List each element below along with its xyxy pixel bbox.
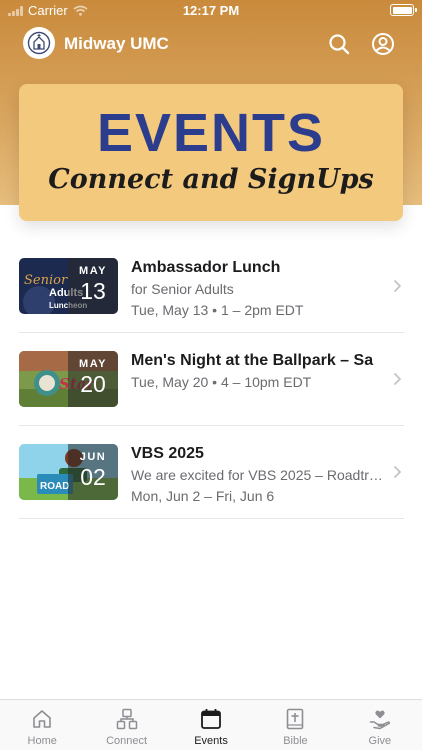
date-month: MAY [79,265,107,277]
app-bar: Midway UMC [0,24,422,64]
tab-home[interactable]: Home [0,700,84,750]
church-logo-icon [27,31,51,55]
event-row-vbs-2025[interactable]: ROAD JUN 02 VBS 2025 We are excited for … [19,426,404,519]
date-badge: MAY 13 [68,258,118,314]
search-icon[interactable] [327,32,351,56]
event-title: VBS 2025 [131,445,204,462]
event-text: VBS 2025 We are excited for VBS 2025 – R… [131,444,383,506]
events-banner: EVENTS Connect and SignUps [19,84,403,221]
event-title: Men's Night at the Ballpark – Sa [131,352,374,369]
event-thumbnail: ROAD JUN 02 [19,444,118,500]
event-row-mens-night[interactable]: Star MAY 20 Men's Night at the Ballpark … [19,333,404,426]
tab-bar: Home Connect Events Bible Give [0,699,422,750]
tab-label: Home [27,735,57,747]
event-description: We are excited for VBS 2025 – Roadtrip U… [131,467,383,483]
status-bar: Carrier 12:17 PM [0,0,422,22]
tab-label: Events [194,735,228,747]
profile-icon[interactable] [371,32,395,56]
event-row-ambassador-lunch[interactable]: Senior Adults Luncheon MAY 13 Ambassador… [19,240,404,333]
church-logo[interactable] [23,27,55,59]
event-text: Men's Night at the Ballpark – Sa Tue, Ma… [131,351,383,392]
banner-subtitle: Connect and SignUps [48,164,374,195]
date-month: JUN [79,451,107,463]
bible-icon [287,708,304,730]
tab-label: Connect [106,735,148,747]
app-title: Midway UMC [64,34,169,53]
event-thumbnail: Star MAY 20 [19,351,118,407]
chevron-right-icon [394,373,401,385]
events-list: Senior Adults Luncheon MAY 13 Ambassador… [19,240,404,519]
battery-icon [390,4,417,16]
date-month: MAY [79,358,107,370]
event-date: Tue, May 13 • 1 – 2pm EDT [131,302,304,318]
tab-bible[interactable]: Bible [253,700,337,750]
tab-label: Bible [283,735,308,747]
tab-connect[interactable]: Connect [84,700,168,750]
svg-text:ROAD: ROAD [40,481,69,492]
event-title: Ambassador Lunch [131,259,281,276]
status-time: 12:17 PM [182,3,240,18]
tab-label: Give [368,735,392,747]
date-day: 02 [80,464,106,490]
calendar-icon [201,709,221,729]
event-thumbnail: Senior Adults Luncheon MAY 13 [19,258,118,314]
home-icon [33,710,52,728]
date-day: 20 [80,371,106,397]
tab-give[interactable]: Give [338,700,422,750]
date-badge: JUN 02 [68,444,118,500]
date-day: 13 [80,278,106,304]
event-date: Tue, May 20 • 4 – 10pm EDT [131,374,312,390]
chevron-right-icon [394,466,401,478]
event-text: Ambassador Lunch for Senior Adults Tue, … [131,258,383,320]
svg-text:Senior: Senior [24,273,68,288]
give-icon [369,710,390,730]
date-badge: MAY 20 [68,351,118,407]
event-date: Mon, Jun 2 – Fri, Jun 6 [131,488,275,504]
event-subtitle: for Senior Adults [131,281,234,297]
connect-icon [116,708,137,730]
chevron-right-icon [394,280,401,292]
banner-title: EVENTS [96,103,326,163]
tab-events[interactable]: Events [169,700,253,750]
